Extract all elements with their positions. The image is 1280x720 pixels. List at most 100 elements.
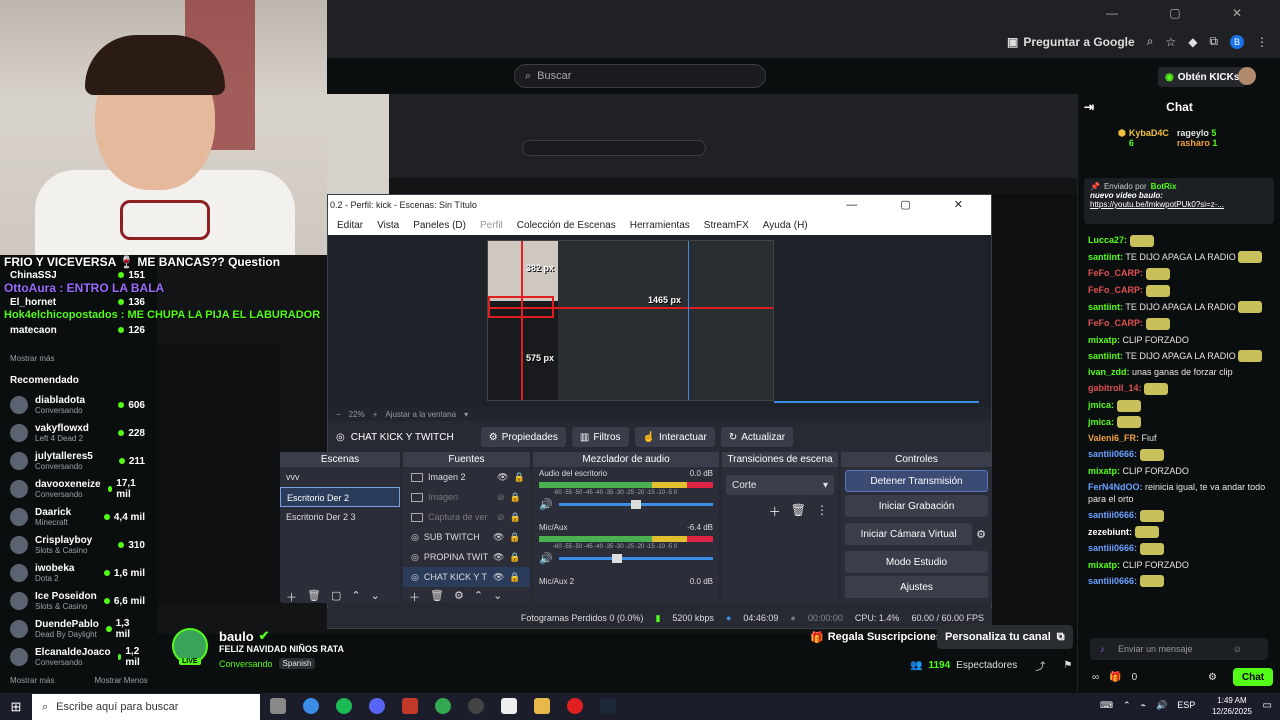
speaker-icon[interactable]: 🔊	[539, 552, 553, 565]
search-input[interactable]: ⌕ Buscar	[514, 64, 766, 88]
volume-slider[interactable]	[558, 554, 713, 563]
window-controls[interactable]: — ▢ ✕	[1106, 6, 1266, 20]
lock-icon[interactable]: 🔒	[509, 572, 520, 583]
emote-picker-icon[interactable]: ☺	[1233, 644, 1242, 654]
eye-icon[interactable]: 👁	[493, 572, 504, 583]
eye-icon[interactable]: 👁	[493, 552, 504, 563]
move-up-button[interactable]: ⌃	[351, 589, 360, 605]
source-item[interactable]: ◎ PROPINA TWIT 👁 🔒	[403, 547, 530, 567]
chevron-down-icon[interactable]: ▾	[464, 410, 468, 419]
pinned-link[interactable]: https://youtu.be/lmkwpotPUk0?si=z-...	[1090, 200, 1268, 209]
chevron-up-icon[interactable]: ⌃	[1123, 700, 1131, 711]
gift-icon[interactable]: 🎁	[1109, 672, 1121, 683]
taskbar-search[interactable]: ⌕ Escribe aquí para buscar	[32, 694, 260, 720]
sidebar-item[interactable]: matecaon 126	[0, 323, 157, 337]
show-more-link[interactable]: Mostrar más	[0, 671, 54, 691]
keyboard-icon[interactable]: ⌨	[1100, 700, 1113, 711]
refresh-button[interactable]: ↻ Actualizar	[720, 427, 794, 447]
sidebar-item[interactable]: ChinaSSJ 151	[0, 269, 157, 281]
menu-docks[interactable]: Paneles (D)	[413, 220, 466, 231]
settings-icon[interactable]: ⚙	[1208, 672, 1217, 683]
opera-icon[interactable]	[567, 698, 583, 714]
sidebar-item[interactable]: Ice Poseidon Slots & Casino 6,6 mil	[0, 587, 157, 615]
task-view-icon[interactable]	[270, 698, 286, 714]
collapse-chat-icon[interactable]: ⇥	[1084, 94, 1094, 120]
extension-icon[interactable]: ◆	[1188, 35, 1197, 49]
bookmark-star-icon[interactable]: ☆	[1165, 35, 1176, 49]
filters-button[interactable]: ▥ Filtros	[571, 427, 629, 447]
clock[interactable]: 1:49 AM 12/26/2025	[1212, 695, 1252, 717]
source-item[interactable]: ◎ SUB TWITCH 👁 🔒	[403, 527, 530, 547]
user-avatar[interactable]	[1238, 67, 1256, 85]
virtual-camera-button[interactable]: Iniciar Cámara Virtual	[845, 523, 973, 545]
properties-button[interactable]: ⚙ Propiedades	[480, 427, 566, 447]
move-down-button[interactable]: ⌄	[493, 589, 502, 605]
move-up-button[interactable]: ⌃	[474, 589, 483, 605]
lock-icon[interactable]: 🔒	[513, 472, 524, 483]
discord-icon[interactable]	[369, 698, 385, 714]
scene-item-selected[interactable]: Escritorio Der 2	[280, 487, 400, 507]
interact-button[interactable]: ☝ Interactuar	[634, 427, 715, 447]
menu-edit[interactable]: Editar	[337, 220, 363, 231]
eye-hidden-icon[interactable]: ⊘	[497, 512, 505, 523]
eye-icon[interactable]: 👁	[493, 532, 504, 543]
copilot-icon[interactable]	[303, 698, 319, 714]
sidebar-item[interactable]: DuendePablo Dead By Daylight 1,3 mil	[0, 615, 157, 643]
sidebar-item[interactable]: diabladota Conversando 606	[0, 391, 157, 419]
transition-select[interactable]: Corte ▾	[726, 475, 834, 495]
steam-icon[interactable]	[600, 698, 616, 714]
gear-icon[interactable]: ⚙	[454, 589, 464, 605]
studio-mode-button[interactable]: Modo Estudio	[845, 551, 988, 573]
stop-streaming-button[interactable]: Detener Transmisión	[845, 470, 988, 492]
sidebar-item[interactable]: Daarick Minecraft 4,4 mil	[0, 503, 157, 531]
app-icon[interactable]	[402, 698, 418, 714]
sidebar-item[interactable]: iwobeka Dota 2 1,6 mil	[0, 559, 157, 587]
send-chat-button[interactable]: Chat	[1233, 668, 1273, 686]
move-down-button[interactable]: ⌄	[371, 589, 380, 605]
chrome-icon[interactable]	[435, 698, 451, 714]
filter-icon[interactable]: ▢	[331, 589, 341, 605]
language-tag[interactable]: Spanish	[278, 658, 316, 669]
obs-icon[interactable]	[468, 698, 484, 714]
add-scene-button[interactable]: ＋	[286, 589, 297, 605]
spotify-icon[interactable]	[336, 698, 352, 714]
volume-icon[interactable]: 🔊	[1156, 700, 1167, 711]
show-more-link[interactable]: Mostrar más	[0, 347, 157, 371]
windows-start-icon[interactable]: ⊞	[0, 699, 32, 715]
zoom-out-button[interactable]: −	[336, 410, 341, 419]
notifications-icon[interactable]: ▭	[1263, 700, 1272, 711]
network-icon[interactable]: ⌁	[1141, 700, 1146, 711]
menu-streamfx[interactable]: StreamFX	[704, 220, 749, 231]
source-item-selected[interactable]: ◎ CHAT KICK Y T 👁 🔒	[403, 567, 530, 587]
streamer-name[interactable]: baulo	[219, 629, 254, 644]
file-explorer-icon[interactable]	[534, 698, 550, 714]
show-less-link[interactable]: Mostrar Menos	[84, 671, 147, 691]
zoom-in-button[interactable]: +	[373, 410, 378, 419]
eye-hidden-icon[interactable]: ⊘	[497, 492, 505, 503]
sidebar-item[interactable]: vakyflowxd Left 4 Dead 2 228	[0, 419, 157, 447]
profile-avatar[interactable]: B	[1230, 34, 1244, 49]
scene-item[interactable]: vvv	[280, 467, 400, 487]
sidebar-item[interactable]: julytalleres5 Conversando 211	[0, 447, 157, 475]
sidebar-item[interactable]: davooxeneize Conversando 17,1 mil	[0, 475, 157, 503]
lock-icon[interactable]: 🔒	[510, 492, 521, 503]
source-item[interactable]: Imagen ⊘ 🔒	[403, 487, 530, 507]
source-item[interactable]: Imagen 2 👁 🔒	[403, 467, 530, 487]
delete-icon[interactable]: 🗑	[307, 589, 321, 605]
sidebar-item[interactable]: Crisplayboy Slots & Casino 310	[0, 531, 157, 559]
fit-window-button[interactable]: Ajustar a la ventana	[385, 410, 456, 419]
category-link[interactable]: Conversando	[219, 659, 273, 669]
volume-handle[interactable]	[630, 500, 641, 509]
settings-button[interactable]: Ajustes	[845, 576, 988, 598]
add-transition-button[interactable]: ＋	[769, 503, 781, 520]
add-source-button[interactable]: ＋	[409, 589, 420, 605]
menu-tools[interactable]: Herramientas	[630, 220, 690, 231]
scene-item[interactable]: Escritorio Der 2 3	[280, 507, 400, 527]
menu-profile[interactable]: Perfil	[480, 220, 503, 231]
obs-window-controls[interactable]: — ▢ ✕	[846, 198, 983, 211]
menu-scene-collection[interactable]: Colección de Escenas	[517, 220, 616, 231]
sidebar-item[interactable]: El_hornet 136	[0, 295, 157, 309]
chat-input[interactable]: ♪ Enviar un mensaje ☺	[1090, 638, 1268, 660]
menu-help[interactable]: Ayuda (H)	[763, 220, 808, 231]
delete-icon[interactable]: 🗑	[430, 589, 444, 605]
